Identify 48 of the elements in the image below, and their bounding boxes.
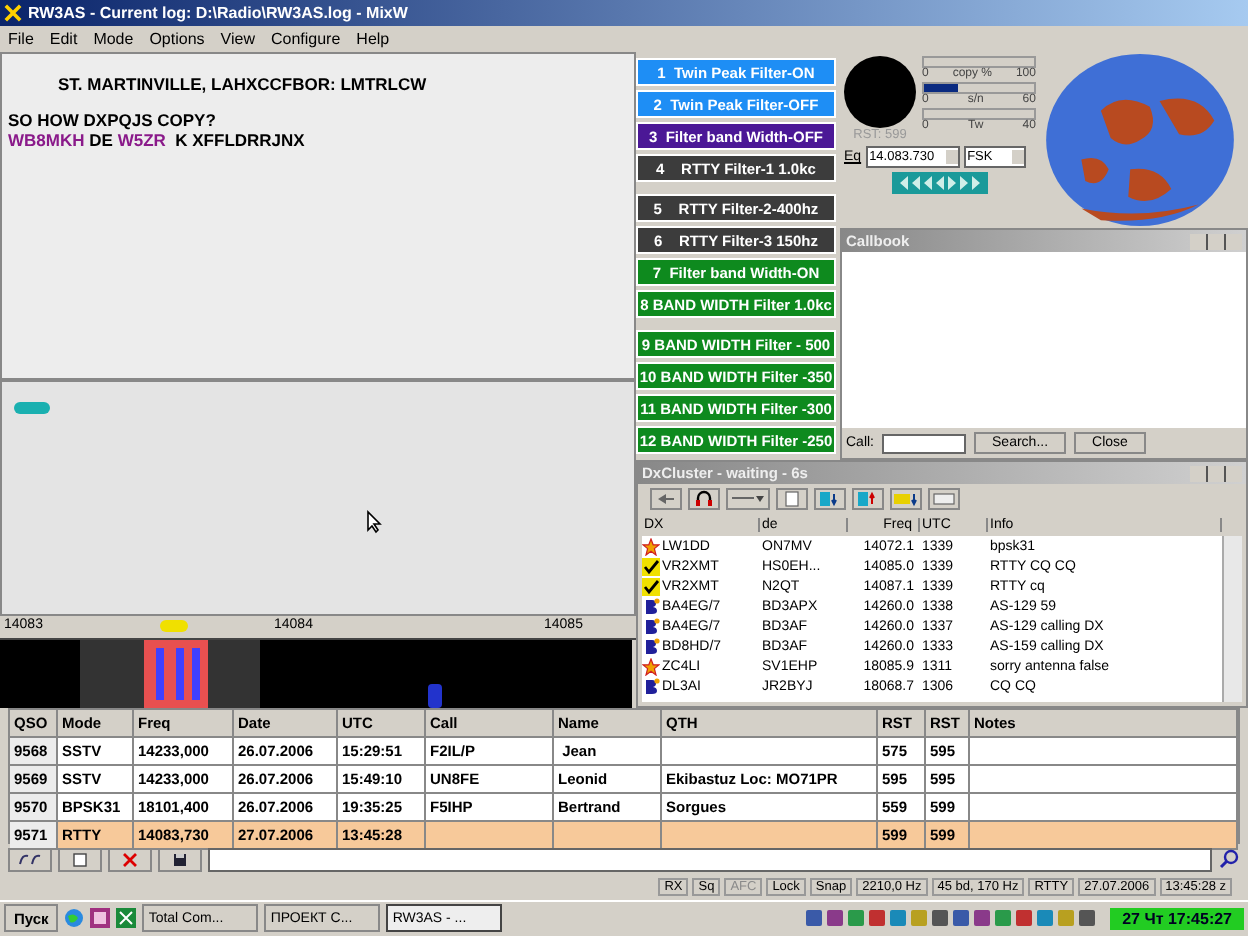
checkmark-icon (642, 557, 660, 576)
app-icon[interactable] (90, 908, 111, 929)
call-input-field[interactable] (882, 433, 967, 454)
received-text-line: WB8MKH DE W5ZR K XFFLDRRJNX (8, 130, 307, 151)
menu-item[interactable]: View (220, 29, 255, 48)
spreadsheet-icon[interactable] (116, 908, 137, 929)
transmit-text-pane[interactable] (0, 380, 636, 617)
menu-item[interactable]: Mode (93, 29, 134, 48)
connection-dropdown-icon[interactable] (726, 488, 770, 511)
meter-track (922, 56, 1036, 69)
menu-item[interactable]: Options (149, 29, 205, 48)
command-input-field[interactable] (208, 847, 1212, 872)
menu-item[interactable]: File (8, 29, 34, 48)
letter-b-icon (642, 677, 660, 696)
window-title: RW3AS - Current log: D:\Radio\RW3AS.log - MixW (28, 3, 408, 22)
star-icon (642, 537, 660, 556)
upload-icon[interactable] (852, 488, 884, 511)
taskbar-clock: 27 Чт 17:45:27 (1110, 907, 1244, 930)
tuning-scope-display (844, 56, 916, 129)
letter-b-icon (642, 597, 660, 616)
download-icon[interactable] (814, 488, 846, 511)
waterfall-display[interactable] (0, 640, 632, 709)
headphones-icon[interactable] (688, 488, 720, 511)
menu-item[interactable]: Edit (49, 29, 78, 48)
received-text-line: SO HOW DXPQJS COPY? (8, 110, 218, 131)
app-logo-icon (4, 3, 22, 22)
marker-icon (160, 620, 188, 633)
panel-icon[interactable] (928, 488, 960, 511)
star-icon (642, 657, 660, 676)
save-icon[interactable] (158, 847, 202, 872)
letter-b-icon (642, 637, 660, 656)
mouse-pointer-icon (366, 510, 382, 535)
menu-item[interactable]: Configure (270, 29, 341, 48)
tuning-arrows-button[interactable] (892, 172, 988, 195)
search-icon[interactable] (1218, 848, 1240, 871)
scrollbar[interactable] (1222, 536, 1242, 703)
filter-icon[interactable] (890, 488, 922, 511)
document-icon[interactable] (776, 488, 808, 511)
macro-tag-icon (14, 402, 50, 415)
checkmark-icon (642, 577, 660, 596)
window-controls-icon[interactable] (1190, 233, 1242, 250)
menu-item[interactable]: Help (356, 29, 390, 48)
angle-icon[interactable] (8, 847, 52, 872)
meter-track (922, 108, 1036, 121)
edit-icon[interactable] (58, 847, 102, 872)
letter-b-icon (642, 617, 660, 636)
window-controls-icon[interactable] (1190, 465, 1242, 482)
received-text-line: ST. MARTINVILLE, LAHXCCFBOR: LMTRLCW (56, 74, 429, 95)
